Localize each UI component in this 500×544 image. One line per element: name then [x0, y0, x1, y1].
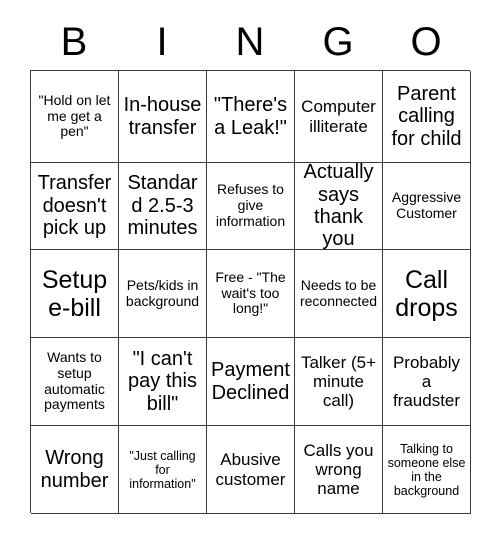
bingo-grid: "Hold on let me get a pen" In-house tran…: [30, 70, 471, 514]
bingo-cell[interactable]: Transfer doesn't pick up: [31, 163, 119, 250]
bingo-cell[interactable]: Needs to be reconnected: [295, 250, 383, 338]
bingo-cell[interactable]: Aggressive Customer: [383, 163, 471, 250]
bingo-cell[interactable]: Pets/kids in background: [119, 250, 207, 338]
bingo-cell-label: Payment Declined: [211, 359, 290, 404]
bingo-cell[interactable]: Payment Declined: [207, 338, 295, 426]
bingo-cell-label: Actually says thank you: [303, 163, 374, 250]
bingo-cell[interactable]: "I can't pay this bill": [119, 338, 207, 426]
bingo-cell-label: Standard 2.5-3 minutes: [127, 172, 198, 240]
bingo-cell-label: Talker (5+ minute call): [300, 352, 377, 411]
bingo-cell-label: Transfer doesn't pick up: [37, 172, 112, 240]
bingo-cell-label: Free - "The wait's too long!": [215, 268, 286, 317]
bingo-cell[interactable]: Actually says thank you: [295, 163, 383, 250]
bingo-cell-label: "Hold on let me get a pen": [38, 91, 111, 140]
bingo-cell[interactable]: Talker (5+ minute call): [295, 338, 383, 426]
bingo-cell-label: In-house transfer: [123, 94, 202, 139]
bingo-cell[interactable]: In-house transfer: [119, 71, 207, 163]
bingo-cell-label: Needs to be reconnected: [299, 276, 378, 309]
bingo-header-letter-n: N: [235, 20, 265, 64]
bingo-header-letter-i: I: [156, 20, 168, 64]
bingo-cell-label: Abusive customer: [215, 450, 286, 489]
bingo-cell[interactable]: "Just calling for information": [119, 426, 207, 514]
bingo-cell[interactable]: Wrong number: [31, 426, 119, 514]
bingo-cell-label: Computer illiterate: [301, 97, 376, 136]
bingo-cell[interactable]: Calls you wrong name: [295, 426, 383, 514]
bingo-cell[interactable]: Free - "The wait's too long!": [207, 250, 295, 338]
bingo-cell[interactable]: Wants to setup automatic payments: [31, 338, 119, 426]
bingo-cell-label: Refuses to give information: [215, 181, 286, 229]
bingo-cell[interactable]: Setup e-bill: [31, 250, 119, 338]
bingo-header: B I N G O: [30, 14, 470, 70]
bingo-cell[interactable]: Refuses to give information: [207, 163, 295, 250]
bingo-cell-label: Aggressive Customer: [391, 189, 462, 221]
bingo-cell[interactable]: Parent calling for child: [383, 71, 471, 163]
bingo-cell-label: Pets/kids in background: [125, 276, 200, 309]
bingo-header-letter-o: O: [410, 20, 442, 64]
bingo-header-letter-g: G: [322, 20, 354, 64]
bingo-cell-label: Wants to setup automatic payments: [44, 349, 105, 413]
bingo-cell[interactable]: Probably a fraudster: [383, 338, 471, 426]
bingo-cell[interactable]: Call drops: [383, 250, 471, 338]
bingo-cell[interactable]: Talking to someone else in the backgroun…: [383, 426, 471, 514]
bingo-cell-label: Parent calling for child: [391, 82, 462, 150]
bingo-cell-label: Call drops: [395, 265, 458, 322]
bingo-card: B I N G O "Hold on let me get a pen" In-…: [0, 0, 500, 544]
bingo-header-letter-b: B: [60, 20, 88, 64]
bingo-cell-label: Calls you wrong name: [303, 440, 374, 499]
bingo-cell-label: Wrong number: [40, 447, 109, 492]
bingo-cell[interactable]: "There's a Leak!": [207, 71, 295, 163]
bingo-cell[interactable]: Standard 2.5-3 minutes: [119, 163, 207, 250]
bingo-cell-label: Probably a fraudster: [392, 352, 461, 411]
bingo-cell[interactable]: Abusive customer: [207, 426, 295, 514]
bingo-cell-label: "There's a Leak!": [213, 94, 288, 139]
bingo-cell[interactable]: Computer illiterate: [295, 71, 383, 163]
bingo-cell-label: "I can't pay this bill": [128, 347, 197, 415]
bingo-cell-label: "Just calling for information": [129, 448, 196, 491]
bingo-cell-label: Setup e-bill: [41, 265, 108, 322]
bingo-cell[interactable]: "Hold on let me get a pen": [31, 71, 119, 163]
bingo-cell-label: Talking to someone else in the backgroun…: [387, 441, 466, 498]
